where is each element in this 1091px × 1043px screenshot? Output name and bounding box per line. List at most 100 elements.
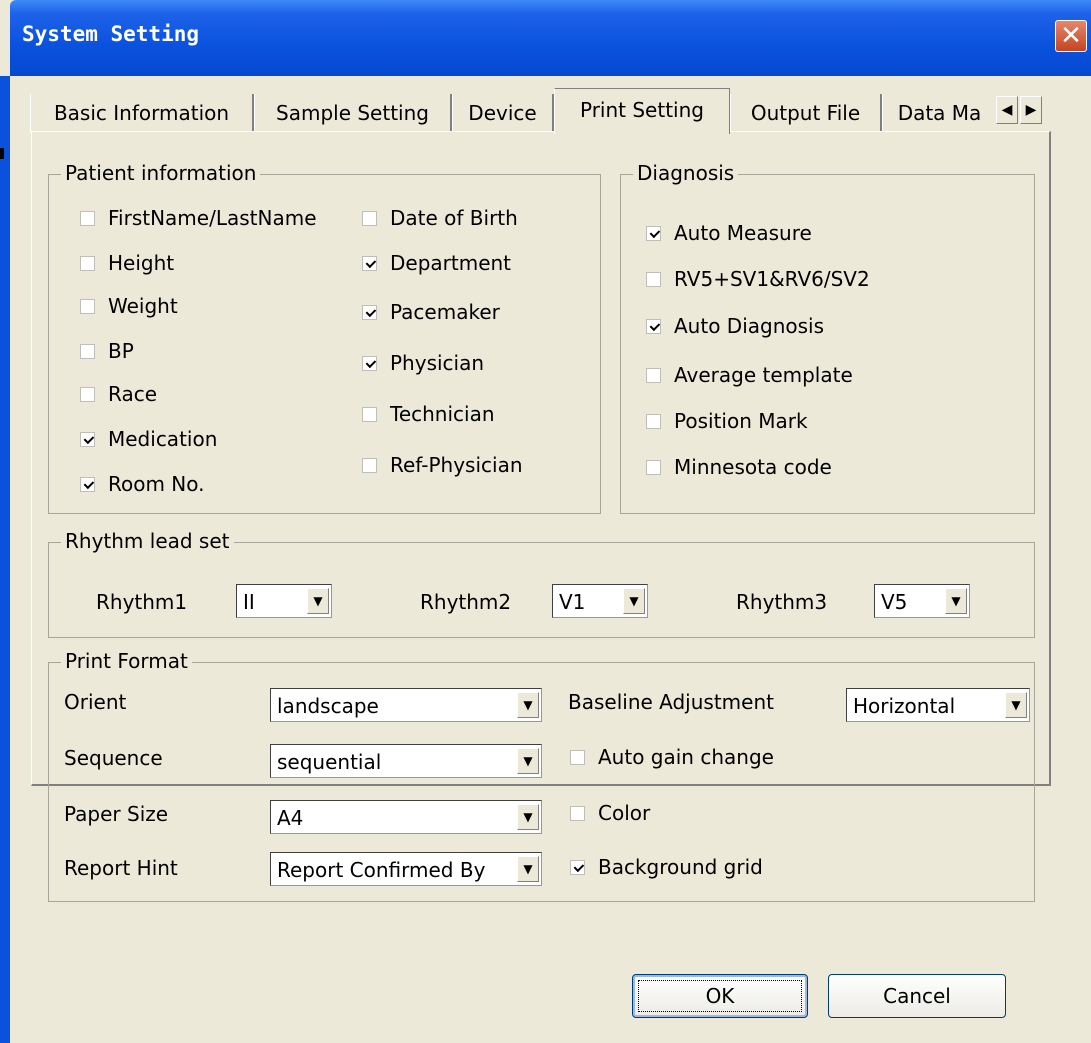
chevron-down-icon[interactable]: ▼	[1005, 692, 1027, 718]
rhythm1-label: Rhythm1	[96, 590, 188, 614]
checkbox-box[interactable]	[80, 299, 95, 314]
checkbox-label: Date of Birth	[390, 206, 518, 230]
orient-label: Orient	[64, 690, 127, 714]
group-title: Print Format	[61, 649, 192, 673]
checkbox-box[interactable]	[80, 387, 95, 402]
checkbox-box[interactable]	[80, 432, 95, 447]
cancel-button[interactable]: Cancel	[828, 974, 1006, 1018]
tab-device[interactable]: Device	[452, 94, 554, 132]
arrow-right-icon[interactable]: ▶	[1020, 96, 1042, 124]
chevron-down-icon[interactable]: ▼	[517, 804, 539, 830]
tab-data-management[interactable]: Data Ma	[882, 94, 996, 132]
rhythm3-select[interactable]: V5 ▼	[874, 584, 970, 618]
chevron-down-icon[interactable]: ▼	[623, 588, 645, 614]
checkbox-label: BP	[108, 339, 134, 363]
checkbox-label: Medication	[108, 427, 218, 451]
report-hint-label: Report Hint	[64, 856, 178, 880]
checkbox-box[interactable]	[646, 368, 661, 383]
tab-label: Data Ma	[897, 101, 982, 125]
system-setting-dialog: System Setting ✕ Basic Information Sampl…	[0, 0, 1091, 1043]
checkbox-label: RV5+SV1&RV6/SV2	[674, 267, 870, 291]
sequence-label: Sequence	[64, 746, 163, 770]
window-edge-mark	[0, 148, 4, 159]
checkbox-label: Physician	[390, 351, 485, 375]
tab-label: Print Setting	[580, 98, 704, 122]
group-title: Diagnosis	[633, 161, 739, 185]
tab-sample-setting[interactable]: Sample Setting	[254, 94, 452, 132]
checkbox-box[interactable]	[646, 414, 661, 429]
checkbox-box[interactable]	[80, 256, 95, 271]
tab-print-setting[interactable]: Print Setting	[554, 88, 730, 134]
checkbox-box[interactable]	[646, 319, 661, 334]
checkbox-label: Color	[598, 801, 651, 825]
tab-label: Device	[468, 101, 537, 125]
checkbox-box[interactable]	[362, 256, 377, 271]
baseline-adjustment-select[interactable]: Horizontal ▼	[846, 688, 1030, 722]
rhythm3-label: Rhythm3	[736, 590, 828, 614]
tab-label: Output File	[750, 101, 861, 125]
window-title: System Setting	[22, 22, 200, 46]
checkbox-label: Average template	[674, 363, 853, 387]
rhythm2-label: Rhythm2	[420, 590, 512, 614]
checkbox-label: Position Mark	[674, 409, 808, 433]
select-value: landscape	[277, 694, 379, 718]
checkbox-box[interactable]	[80, 211, 95, 226]
tab-basic-information[interactable]: Basic Information	[30, 94, 254, 132]
checkbox-label: Weight	[108, 294, 178, 318]
ok-button[interactable]: OK	[632, 974, 808, 1018]
paper-size-label: Paper Size	[64, 802, 169, 826]
tab-output-file[interactable]: Output File	[730, 94, 882, 132]
cancel-button-label: Cancel	[883, 984, 951, 1008]
checkbox-box[interactable]	[362, 305, 377, 320]
checkbox-label: Auto Measure	[674, 221, 812, 245]
checkbox-label: Department	[390, 251, 512, 275]
checkbox-box[interactable]	[646, 272, 661, 287]
checkbox-box[interactable]	[570, 750, 585, 765]
checkbox-label: Room No.	[108, 472, 205, 496]
chevron-down-icon[interactable]: ▼	[517, 748, 539, 774]
checkbox-box[interactable]	[362, 356, 377, 371]
group-title: Rhythm lead set	[61, 529, 234, 553]
checkbox-box[interactable]	[362, 211, 377, 226]
checkbox-box[interactable]	[646, 460, 661, 475]
checkbox-label: Height	[108, 251, 175, 275]
close-icon[interactable]: ✕	[1055, 20, 1087, 52]
rhythm2-select[interactable]: V1 ▼	[552, 584, 648, 618]
chevron-down-icon[interactable]: ▼	[307, 588, 329, 614]
select-value: A4	[277, 806, 304, 830]
window-left-border	[0, 76, 10, 1043]
chevron-down-icon[interactable]: ▼	[945, 588, 967, 614]
orient-select[interactable]: landscape ▼	[270, 688, 542, 722]
group-title: Patient information	[61, 161, 261, 185]
checkbox-label: Minnesota code	[674, 455, 832, 479]
paper-size-select[interactable]: A4 ▼	[270, 800, 542, 834]
chevron-down-icon[interactable]: ▼	[517, 692, 539, 718]
checkbox-box[interactable]	[362, 407, 377, 422]
arrow-left-icon[interactable]: ◀	[996, 96, 1018, 124]
checkbox-label: Technician	[390, 402, 495, 426]
checkbox-label: Background grid	[598, 855, 763, 879]
title-bar[interactable]: System Setting ✕	[10, 0, 1091, 76]
checkbox-label: Auto Diagnosis	[674, 314, 825, 338]
checkbox-box[interactable]	[646, 226, 661, 241]
report-hint-select[interactable]: Report Confirmed By ▼	[270, 852, 542, 886]
checkbox-label: Pacemaker	[390, 300, 500, 324]
select-value: V1	[559, 590, 586, 614]
baseline-adjustment-label: Baseline Adjustment	[568, 690, 774, 714]
checkbox-label: Auto gain change	[598, 745, 774, 769]
chevron-down-icon[interactable]: ▼	[517, 856, 539, 882]
select-value: II	[243, 590, 255, 614]
focus-ring	[638, 980, 802, 1012]
tab-label: Basic Information	[53, 101, 230, 125]
checkbox-box[interactable]	[80, 344, 95, 359]
checkbox-box[interactable]	[570, 860, 585, 875]
sequence-select[interactable]: sequential ▼	[270, 744, 542, 778]
checkbox-box[interactable]	[570, 806, 585, 821]
checkbox-label: FirstName/LastName	[108, 206, 317, 230]
checkbox-label: Ref-Physician	[390, 453, 523, 477]
select-value: Report Confirmed By	[277, 858, 486, 882]
checkbox-label: Race	[108, 382, 158, 406]
checkbox-box[interactable]	[80, 477, 95, 492]
rhythm1-select[interactable]: II ▼	[236, 584, 332, 618]
checkbox-box[interactable]	[362, 458, 377, 473]
